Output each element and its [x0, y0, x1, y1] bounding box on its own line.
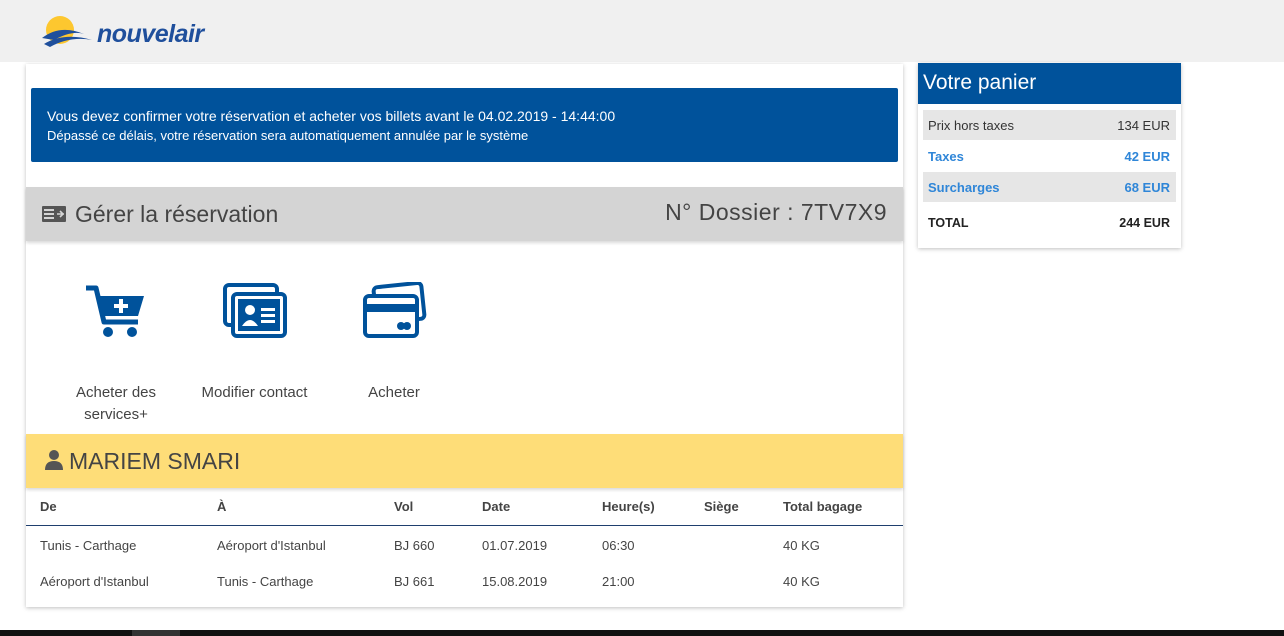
cart-panel: Votre panier Prix hors taxes 134 EUR Tax…	[918, 63, 1181, 248]
deadline-alert: Vous devez confirmer votre réservation e…	[31, 88, 898, 162]
cell-to: Tunis - Carthage	[217, 574, 314, 589]
flights-table: De À Vol Date Heure(s) Siège Total bagag…	[26, 494, 903, 598]
surcharges-value: 68 EUR	[1124, 180, 1170, 195]
table-row: Aéroport d'Istanbul Tunis - Carthage BJ …	[26, 562, 903, 598]
col-date: Date	[482, 499, 511, 514]
modify-contact-label: Modifier contact	[201, 384, 308, 401]
taxes-value: 42 EUR	[1124, 149, 1170, 164]
cell-flight: BJ 660	[394, 538, 435, 553]
ticket-list-icon	[42, 206, 66, 227]
nouvelair-logo[interactable]: nouvelair	[42, 14, 242, 50]
cart-title: Votre panier	[918, 63, 1181, 104]
modify-contact-action[interactable]: Modifier contact	[192, 282, 317, 404]
total-value: 244 EUR	[1119, 216, 1170, 230]
reservation-card: Vous devez confirmer votre réservation e…	[26, 64, 903, 607]
brand-name: nouvelair	[97, 20, 204, 48]
price-label: Prix hors taxes	[928, 118, 1014, 133]
buy-services-label-1: Acheter des	[75, 384, 157, 401]
cell-date: 15.08.2019	[482, 574, 548, 589]
cell-flight: BJ 661	[394, 574, 435, 589]
col-seat: Siège	[704, 499, 739, 514]
buy-services-action[interactable]: Acheter des services+	[66, 282, 166, 426]
manage-title: Gérer la réservation	[75, 201, 279, 227]
cell-baggage: 40 KG	[783, 538, 820, 553]
user-icon	[45, 450, 63, 475]
total-label: TOTAL	[928, 216, 969, 230]
manage-reservation-bar: Gérer la réservation N° Dossier : 7TV7X9	[26, 187, 903, 241]
alert-line-2: Dépassé ce délais, votre réservation ser…	[47, 128, 529, 143]
cart-row-total: TOTAL 244 EUR	[923, 208, 1176, 238]
bottom-bar	[0, 630, 1284, 636]
passenger-name: MARIEM SMARI	[69, 448, 241, 474]
passenger-bar: MARIEM SMARI	[26, 434, 903, 488]
col-time: Heure(s)	[602, 499, 655, 514]
buy-services-label-2: services+	[84, 406, 148, 423]
bottom-tab	[132, 630, 180, 636]
buy-action[interactable]: Acheter	[344, 282, 444, 404]
cell-from: Aéroport d'Istanbul	[40, 574, 149, 589]
table-header: De À Vol Date Heure(s) Siège Total bagag…	[26, 494, 903, 526]
contact-card-icon	[222, 283, 287, 338]
credit-cards-icon	[363, 282, 427, 338]
table-row: Tunis - Carthage Aéroport d'Istanbul BJ …	[26, 526, 903, 562]
col-flight: Vol	[394, 499, 414, 514]
cart-plus-icon	[86, 285, 144, 337]
taxes-label[interactable]: Taxes	[928, 149, 964, 164]
cell-from: Tunis - Carthage	[40, 538, 137, 553]
cell-date: 01.07.2019	[482, 538, 548, 553]
cart-row-taxes[interactable]: Taxes 42 EUR	[923, 141, 1176, 171]
col-from: De	[40, 499, 57, 514]
top-header: nouvelair	[0, 0, 1284, 62]
cell-to: Aéroport d'Istanbul	[217, 538, 326, 553]
cell-time: 06:30	[602, 538, 635, 553]
surcharges-label[interactable]: Surcharges	[928, 180, 1000, 195]
col-to: À	[217, 499, 227, 514]
col-baggage: Total bagage	[783, 499, 863, 514]
alert-line-1: Vous devez confirmer votre réservation e…	[47, 108, 616, 124]
cell-time: 21:00	[602, 574, 635, 589]
cart-row-price: Prix hors taxes 134 EUR	[923, 110, 1176, 140]
dossier-number: N° Dossier : 7TV7X9	[665, 199, 887, 225]
logo-sun-wave-icon	[42, 16, 92, 47]
price-value: 134 EUR	[1117, 118, 1170, 133]
buy-label: Acheter	[368, 384, 420, 401]
cell-baggage: 40 KG	[783, 574, 820, 589]
cart-row-surcharges[interactable]: Surcharges 68 EUR	[923, 172, 1176, 202]
